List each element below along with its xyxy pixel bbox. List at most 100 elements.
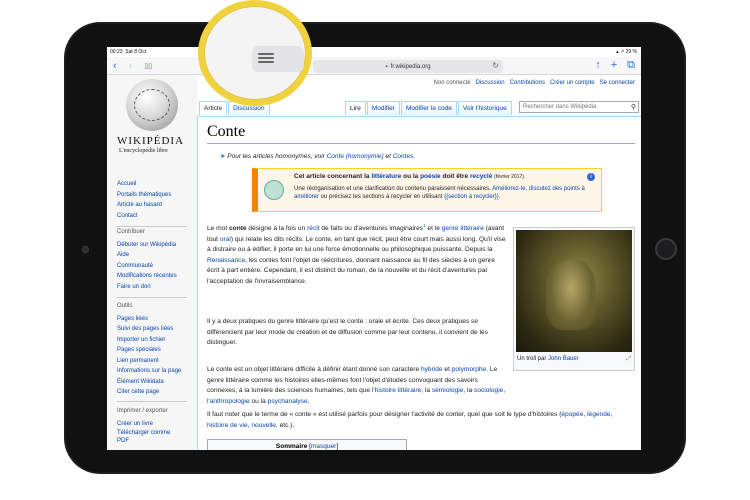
- search-input[interactable]: Rechercher dans Wikipédia ⚲: [519, 101, 639, 113]
- tab-history[interactable]: Voir l'historique: [457, 101, 512, 115]
- link-genre-litteraire[interactable]: genre littéraire: [442, 225, 484, 232]
- nav-accueil[interactable]: Accueil: [117, 179, 171, 190]
- hatnote-link-contes[interactable]: Contes: [393, 153, 414, 160]
- not-logged-in: Non connecté: [433, 80, 471, 86]
- status-time: 00:23: [110, 49, 123, 55]
- banner-link-recycle[interactable]: recyclé: [470, 173, 492, 180]
- tab-edit-code[interactable]: Modifier le code: [400, 101, 457, 115]
- tabs-icon[interactable]: ⧉: [627, 59, 635, 72]
- create-account-link[interactable]: Créer un compte: [550, 80, 595, 86]
- nav-livre[interactable]: Créer un livre: [117, 419, 179, 430]
- nav-citer[interactable]: Citer cette page: [117, 387, 181, 398]
- content-area: Non connecté Discussion Contributions Cr…: [197, 75, 641, 450]
- nav-importer[interactable]: Importer un fichier: [117, 335, 181, 346]
- nav-portails[interactable]: Portails thématiques: [117, 190, 171, 201]
- link-renaissance[interactable]: Renaissance: [207, 257, 245, 264]
- tab-read[interactable]: Lire: [345, 101, 366, 115]
- back-icon[interactable]: ‹: [113, 60, 117, 72]
- nav-permanent[interactable]: Lien permanent: [117, 356, 181, 367]
- maintenance-banner: Cet article concernant la littérature ou…: [252, 168, 602, 212]
- recycle-icon: [264, 180, 284, 200]
- magnifier-loupe: [198, 0, 312, 106]
- share-icon[interactable]: ↑: [595, 59, 601, 72]
- search-icon[interactable]: ⚲: [631, 103, 636, 111]
- tab-article[interactable]: Article: [199, 101, 228, 115]
- link-recit[interactable]: récit: [307, 225, 319, 232]
- link-polymorphe[interactable]: polymorphe: [452, 366, 486, 373]
- nav-imprimer-head: Imprimer / exporter: [117, 408, 168, 414]
- paragraph-2: Il y a deux pratiques du genre littérair…: [207, 318, 488, 346]
- link-anthropologie[interactable]: l'anthropologie: [207, 398, 250, 405]
- nav-outils-head: Outils: [117, 303, 133, 309]
- nav-aide[interactable]: Aide: [117, 250, 177, 261]
- banner-link-section[interactable]: {{section à recycler}}: [444, 194, 499, 200]
- status-battery: ▴ ↗ 29 %: [616, 49, 637, 55]
- nav-don[interactable]: Faire un don: [117, 282, 177, 293]
- banner-text: Une réorganisation et une clarification …: [294, 186, 585, 200]
- url-text: fr.wikipedia.org: [390, 63, 431, 70]
- link-psychanalyse[interactable]: psychanalyse: [268, 398, 308, 405]
- status-date: Sat 8 Oct: [125, 49, 147, 55]
- disambig-icon: ➤: [220, 153, 226, 160]
- bookmarks-icon[interactable]: ▯▯: [144, 60, 152, 72]
- banner-title: Cet article concernant la littérature ou…: [294, 173, 526, 180]
- troll-image[interactable]: [516, 230, 632, 352]
- wiki-page: WIKIPÉDIA L'encyclopédie libre Accueil P…: [107, 75, 641, 450]
- link-legende[interactable]: légende: [587, 411, 610, 418]
- hatnote: ➤ Pour les articles homonymes, voir Cont…: [220, 153, 416, 160]
- info-icon[interactable]: i: [587, 173, 595, 181]
- nav-imprimer: Imprimer / exporter Créer un livre Téléc…: [117, 406, 179, 445]
- paragraph-1: Le mot conte désigne à la fois un récit …: [207, 223, 506, 285]
- nav-contact[interactable]: Contact: [117, 211, 171, 222]
- home-button[interactable]: [655, 238, 677, 260]
- personal-tools: Non connecté Discussion Contributions Cr…: [434, 80, 635, 86]
- link-epopee[interactable]: épopée: [561, 411, 583, 418]
- logo-title[interactable]: WIKIPÉDIA: [117, 135, 184, 147]
- link-histoire-litteraire[interactable]: l'histoire littéraire: [372, 387, 421, 394]
- nav-modifications[interactable]: Modifications récentes: [117, 271, 177, 282]
- nav-speciales[interactable]: Pages spéciales: [117, 345, 181, 356]
- link-semiologie[interactable]: sémiologie: [432, 387, 464, 394]
- article-body: Conte ➤ Pour les articles homonymes, voi…: [197, 116, 641, 450]
- personal-contributions[interactable]: Contributions: [510, 80, 545, 86]
- thumbnail: Un troll par John Bauer ⤢: [513, 227, 635, 371]
- login-link[interactable]: Se connecter: [600, 80, 635, 86]
- status-bar: 00:23 Sat 8 Oct ▴ ↗ 29 %: [107, 47, 641, 57]
- nav-hasard[interactable]: Article au hasard: [117, 200, 171, 211]
- nav-wikidata[interactable]: Élément Wikidata: [117, 377, 181, 388]
- hatnote-link-homonymie[interactable]: Conte (homonymie): [327, 153, 384, 160]
- wikipedia-globe-icon[interactable]: [126, 79, 178, 131]
- nav-informations[interactable]: Informations sur la page: [117, 366, 181, 377]
- toc-toggle[interactable]: masquer: [311, 443, 336, 450]
- screen: 00:23 Sat 8 Oct ▴ ↗ 29 % ‹ › ▯▯ ▪ fr.wik…: [107, 47, 641, 450]
- table-of-contents: Sommaire [masquer]: [207, 439, 407, 450]
- nav-communaute[interactable]: Communauté: [117, 261, 177, 272]
- banner-link-poesie[interactable]: poésie: [420, 173, 441, 180]
- link-oral[interactable]: oral: [220, 236, 231, 243]
- reload-icon[interactable]: ↻: [492, 61, 499, 70]
- toc-title: Sommaire: [275, 443, 308, 450]
- link-histoire-de-vie[interactable]: histoire de vie: [207, 422, 248, 429]
- link-hybride[interactable]: hybride: [421, 366, 443, 373]
- nav-contribuer-head: Contribuer: [117, 229, 146, 235]
- personal-discussion[interactable]: Discussion: [476, 80, 505, 86]
- magnify-icon[interactable]: ⤢: [626, 356, 631, 363]
- address-bar[interactable]: ▪ fr.wikipedia.org ↻: [313, 60, 503, 73]
- forward-icon[interactable]: ›: [129, 60, 133, 72]
- link-sociologie[interactable]: sociologie: [474, 387, 503, 394]
- banner-link-litterature[interactable]: littérature: [371, 173, 401, 180]
- nav-outils: Outils Pages liées Suivi des pages liées…: [117, 301, 181, 398]
- link-nouvelle[interactable]: nouvelle: [251, 422, 276, 429]
- camera-icon: [82, 246, 89, 253]
- nav-pdf[interactable]: Télécharger comme PDF: [117, 429, 179, 445]
- new-tab-icon[interactable]: +: [611, 59, 617, 72]
- nav-main: Accueil Portails thématiques Article au …: [117, 179, 171, 221]
- nav-pages-liees[interactable]: Pages liées: [117, 314, 181, 325]
- tab-edit[interactable]: Modifier: [366, 101, 400, 115]
- nav-debuter[interactable]: Débuter sur Wikipédia: [117, 240, 177, 251]
- link-john-bauer[interactable]: John Bauer: [548, 356, 579, 362]
- nav-suivi[interactable]: Suivi des pages liées: [117, 324, 181, 335]
- browser-toolbar: ‹ › ▯▯ ▪ fr.wikipedia.org ↻ ↑ + ⧉: [107, 57, 641, 75]
- nav-contribuer: Contribuer Débuter sur Wikipédia Aide Co…: [117, 227, 177, 292]
- stage: 00:23 Sat 8 Oct ▴ ↗ 29 % ‹ › ▯▯ ▪ fr.wik…: [0, 0, 750, 500]
